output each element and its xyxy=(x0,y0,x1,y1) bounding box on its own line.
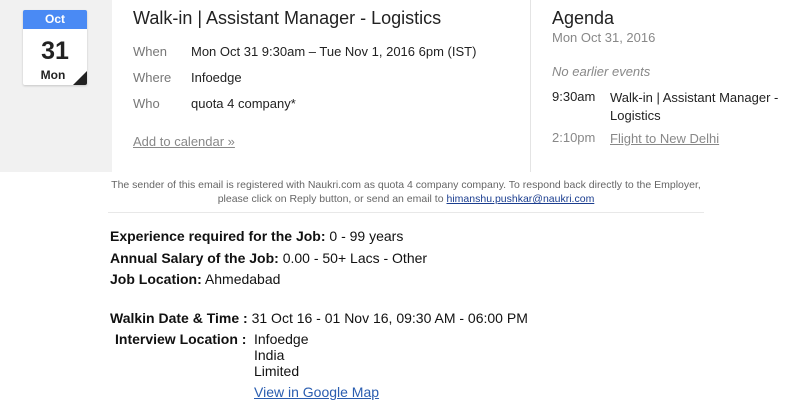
when-value: Mon Oct 31 9:30am – Tue Nov 1, 2016 6pm … xyxy=(191,44,477,59)
calendar-month: Oct xyxy=(23,10,87,29)
location-label: Job Location: xyxy=(110,271,202,287)
interview-line: Infoedge xyxy=(254,331,309,347)
interview-location-value: Infoedge India Limited xyxy=(254,331,309,379)
agenda-item-link[interactable]: Flight to New Delhi xyxy=(610,130,790,148)
who-value: quota 4 company* xyxy=(191,96,296,111)
interview-location-label: Interview Location : xyxy=(115,331,247,347)
agenda-panel: Agenda Mon Oct 31, 2016 No earlier event… xyxy=(531,0,795,172)
sender-notice-text: The sender of this email is registered w… xyxy=(111,179,701,205)
date-column: Oct 31 Mon xyxy=(0,0,112,172)
calendar-day: 31 xyxy=(41,37,69,65)
who-label: Who xyxy=(133,96,160,111)
interview-line: India xyxy=(254,347,285,363)
where-label: Where xyxy=(133,70,172,85)
event-when-row: When Mon Oct 31 9:30am – Tue Nov 1, 2016 … xyxy=(133,44,476,59)
agenda-item-name: Walk-in | Assistant Manager - Logistics xyxy=(610,90,779,123)
event-who-row: Who quota 4 company* xyxy=(133,96,296,111)
walkin-row: Walkin Date & Time : 31 Oct 16 - 01 Nov … xyxy=(110,310,528,326)
add-to-calendar-link[interactable]: Add to calendar » xyxy=(133,134,235,149)
agenda-item-current: 9:30am Walk-in | Assistant Manager - Logi… xyxy=(552,89,790,125)
employer-email-link[interactable]: himanshu.pushkar@naukri.com xyxy=(447,193,595,205)
when-label: When xyxy=(133,44,167,59)
no-earlier-events: No earlier events xyxy=(552,64,651,79)
agenda-item-time: 9:30am xyxy=(552,89,596,104)
agenda-item-time: 2:10pm xyxy=(552,130,596,145)
event-invite-card: Oct 31 Mon Walk-in | Assistant Manager -… xyxy=(0,0,795,172)
interview-line: Limited xyxy=(254,363,300,379)
experience-label: Experience required for the Job: xyxy=(110,228,326,244)
event-details: Walk-in | Assistant Manager - Logistics … xyxy=(112,0,531,172)
experience-value: 0 - 99 years xyxy=(329,228,404,244)
experience-row: Experience required for the Job: 0 - 99 … xyxy=(110,228,403,244)
google-map-link[interactable]: View in Google Map xyxy=(254,384,379,400)
location-value: Ahmedabad xyxy=(204,271,281,287)
salary-row: Annual Salary of the Job: 0.00 - 50+ Lac… xyxy=(110,250,427,266)
walkin-value: 31 Oct 16 - 01 Nov 16, 09:30 AM - 06:00 … xyxy=(251,310,528,326)
where-value: Infoedge xyxy=(191,70,242,85)
calendar-date-icon: Oct 31 Mon xyxy=(23,10,87,85)
walkin-label: Walkin Date & Time : xyxy=(110,310,248,326)
page-fold-icon xyxy=(73,71,87,85)
agenda-item-next: 2:10pm Flight to New Delhi xyxy=(552,130,790,148)
agenda-date: Mon Oct 31, 2016 xyxy=(552,30,656,45)
sender-notice: The sender of this email is registered w… xyxy=(108,178,704,206)
location-row: Job Location: Ahmedabad xyxy=(110,271,280,287)
agenda-title: Agenda xyxy=(552,8,615,28)
divider xyxy=(108,212,704,213)
salary-value: 0.00 - 50+ Lacs - Other xyxy=(282,250,428,266)
event-where-row: Where Infoedge xyxy=(133,70,242,85)
event-title: Walk-in | Assistant Manager - Logistics xyxy=(133,8,442,28)
salary-label: Annual Salary of the Job: xyxy=(110,250,279,266)
